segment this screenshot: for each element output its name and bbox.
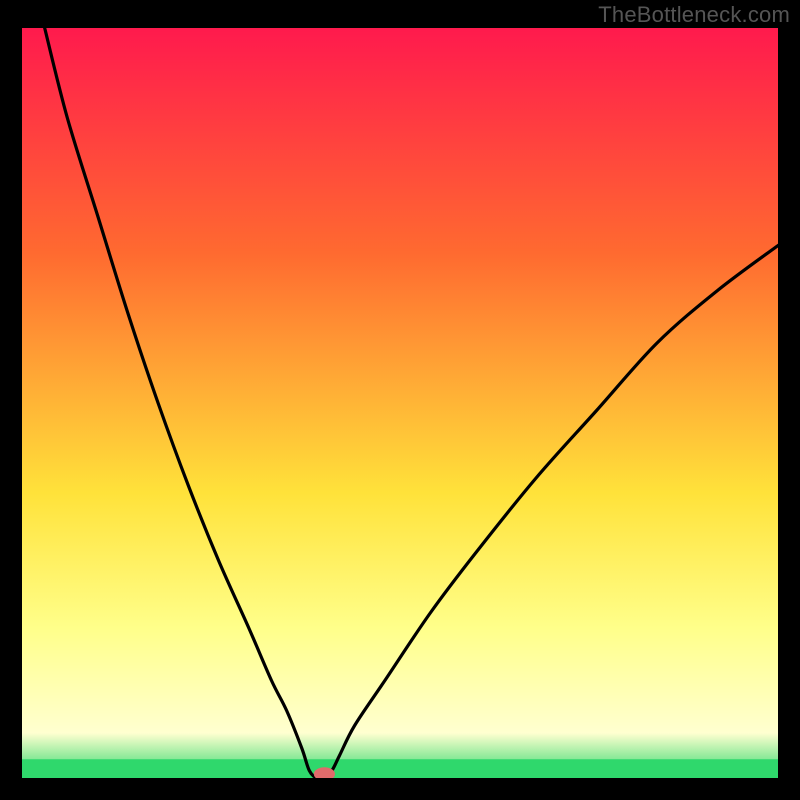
chart-background [22,28,778,778]
chart-svg [22,28,778,778]
chart-plot [22,28,778,778]
chart-frame: TheBottleneck.com [0,0,800,800]
green-band [22,759,778,778]
watermark-text: TheBottleneck.com [598,2,790,28]
